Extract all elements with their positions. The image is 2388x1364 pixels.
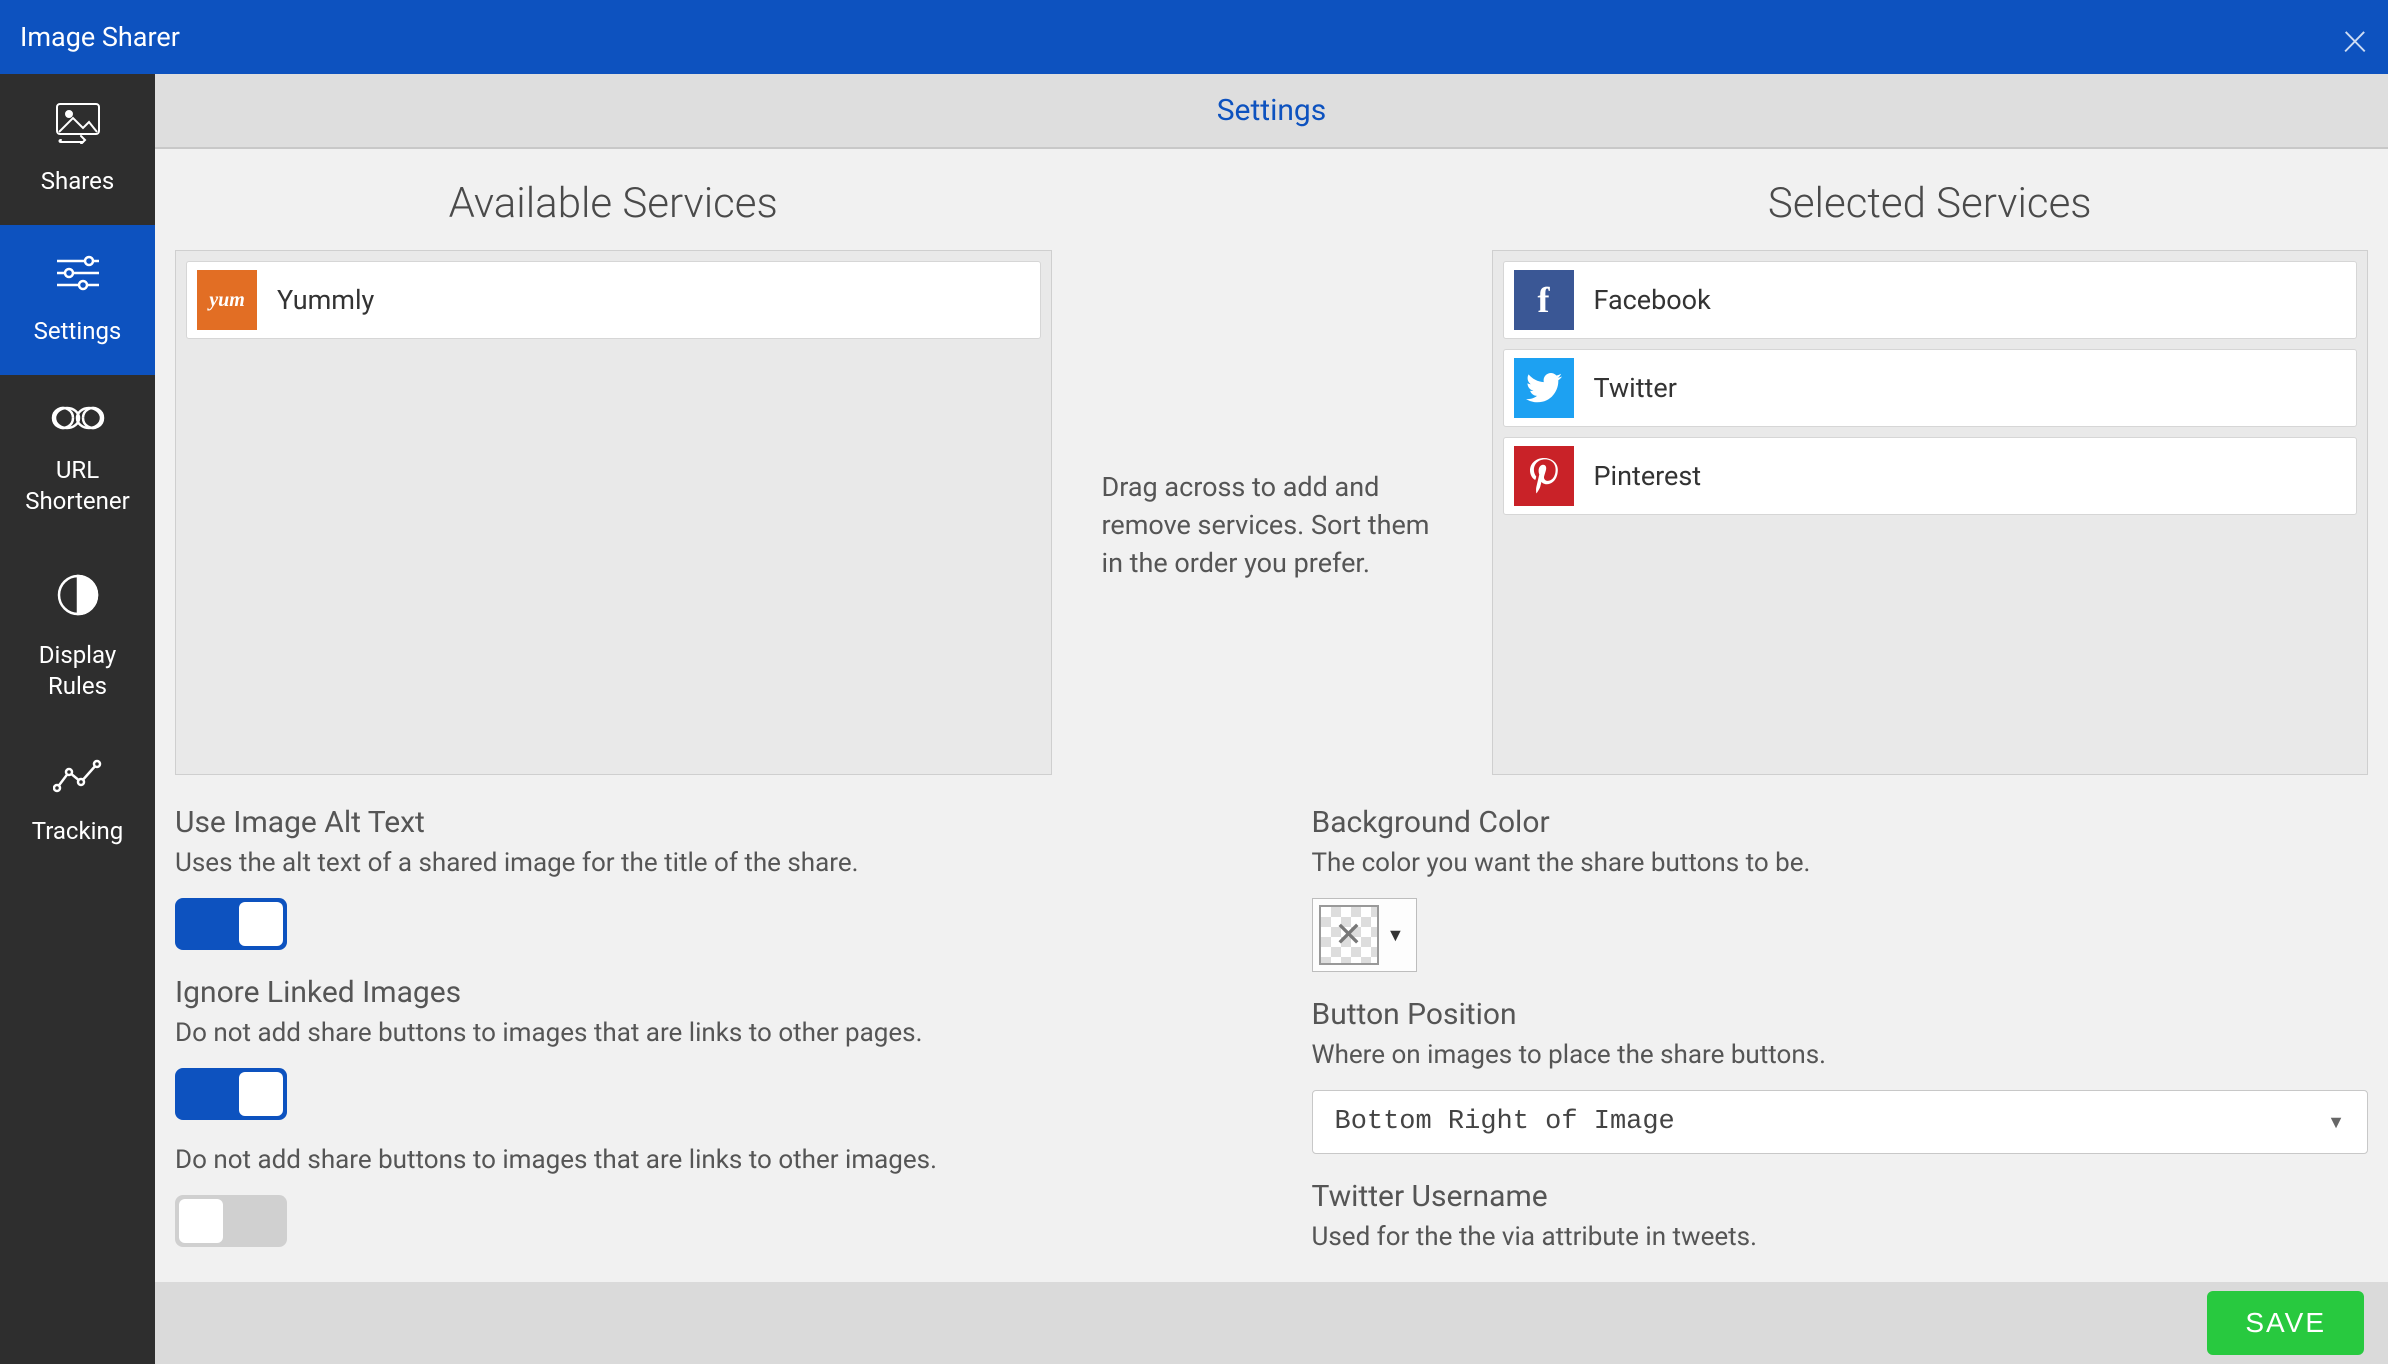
ignore-linked-images-toggle[interactable] xyxy=(175,1195,287,1247)
color-swatch-transparent xyxy=(1319,905,1379,965)
tab-settings[interactable]: Settings xyxy=(1217,93,1327,128)
alt-text-desc: Uses the alt text of a shared image for … xyxy=(175,848,1232,878)
service-item-yummly[interactable]: yum Yummly xyxy=(186,261,1041,339)
sidebar-item-label: Settings xyxy=(34,316,122,347)
alt-text-toggle[interactable] xyxy=(175,898,287,950)
sidebar-item-label: Shares xyxy=(41,166,115,197)
facebook-icon: f xyxy=(1514,270,1574,330)
sidebar-item-label: URL Shortener xyxy=(10,455,145,517)
selected-services-box[interactable]: f Facebook Twitter xyxy=(1492,250,2369,775)
bg-color-title: Background Color xyxy=(1312,805,2369,840)
chevron-down-icon: ▼ xyxy=(2327,1112,2345,1133)
button-pos-desc: Where on images to place the share butto… xyxy=(1312,1040,2369,1070)
close-icon[interactable]: × xyxy=(2342,12,2368,62)
twitter-icon xyxy=(1514,358,1574,418)
sidebar-item-tracking[interactable]: Tracking xyxy=(0,730,155,875)
service-label: Twitter xyxy=(1594,372,1677,404)
sidebar-item-display-rules[interactable]: Display Rules xyxy=(0,545,155,730)
pinterest-icon xyxy=(1514,446,1574,506)
content-area: Available Services yum Yummly Drag acros… xyxy=(155,149,2388,1282)
sidebar-item-url-shortener[interactable]: URL Shortener xyxy=(0,375,155,546)
image-share-icon xyxy=(53,102,103,152)
sidebar-item-label: Display Rules xyxy=(10,640,145,702)
button-pos-select[interactable]: Bottom Right of Image ▼ xyxy=(1312,1090,2369,1154)
service-label: Pinterest xyxy=(1594,460,1702,492)
sidebar-item-shares[interactable]: Shares xyxy=(0,74,155,225)
twitter-user-desc: Used for the the via attribute in tweets… xyxy=(1312,1222,2369,1252)
service-item-pinterest[interactable]: Pinterest xyxy=(1503,437,2358,515)
tab-bar: Settings xyxy=(155,74,2388,149)
sidebar-item-label: Tracking xyxy=(32,816,123,847)
service-label: Yummly xyxy=(277,284,374,316)
footer-bar: SAVE xyxy=(155,1282,2388,1364)
drag-help-text: Drag across to add and remove services. … xyxy=(1052,469,1492,582)
ignore-linked-pages-toggle[interactable] xyxy=(175,1068,287,1120)
bg-color-desc: The color you want the share buttons to … xyxy=(1312,848,2369,878)
ignore-linked-title: Ignore Linked Images xyxy=(175,975,1232,1010)
sidebar: Shares Settings xyxy=(0,74,155,1364)
analytics-icon xyxy=(53,758,103,802)
twitter-user-title: Twitter Username xyxy=(1312,1179,2369,1214)
selected-services-title: Selected Services xyxy=(1492,179,2369,228)
available-services-title: Available Services xyxy=(175,179,1052,228)
sidebar-item-settings[interactable]: Settings xyxy=(0,225,155,374)
yummly-icon: yum xyxy=(197,270,257,330)
link-icon xyxy=(51,403,105,441)
sliders-icon xyxy=(53,253,103,301)
bg-color-picker[interactable]: ▼ xyxy=(1312,898,1418,972)
save-button[interactable]: SAVE xyxy=(2207,1291,2364,1355)
service-label: Facebook xyxy=(1594,284,1711,316)
ignore-linked-pages-desc: Do not add share buttons to images that … xyxy=(175,1018,1232,1048)
chevron-down-icon: ▼ xyxy=(1387,925,1411,946)
ignore-linked-images-desc: Do not add share buttons to images that … xyxy=(175,1145,1232,1175)
service-item-facebook[interactable]: f Facebook xyxy=(1503,261,2358,339)
button-pos-title: Button Position xyxy=(1312,997,2369,1032)
title-bar: Image Sharer × xyxy=(0,0,2388,74)
button-pos-value: Bottom Right of Image xyxy=(1335,1107,1675,1137)
service-item-twitter[interactable]: Twitter xyxy=(1503,349,2358,427)
app-title: Image Sharer xyxy=(20,21,180,53)
alt-text-title: Use Image Alt Text xyxy=(175,805,1232,840)
contrast-icon xyxy=(56,573,100,625)
available-services-box[interactable]: yum Yummly xyxy=(175,250,1052,775)
